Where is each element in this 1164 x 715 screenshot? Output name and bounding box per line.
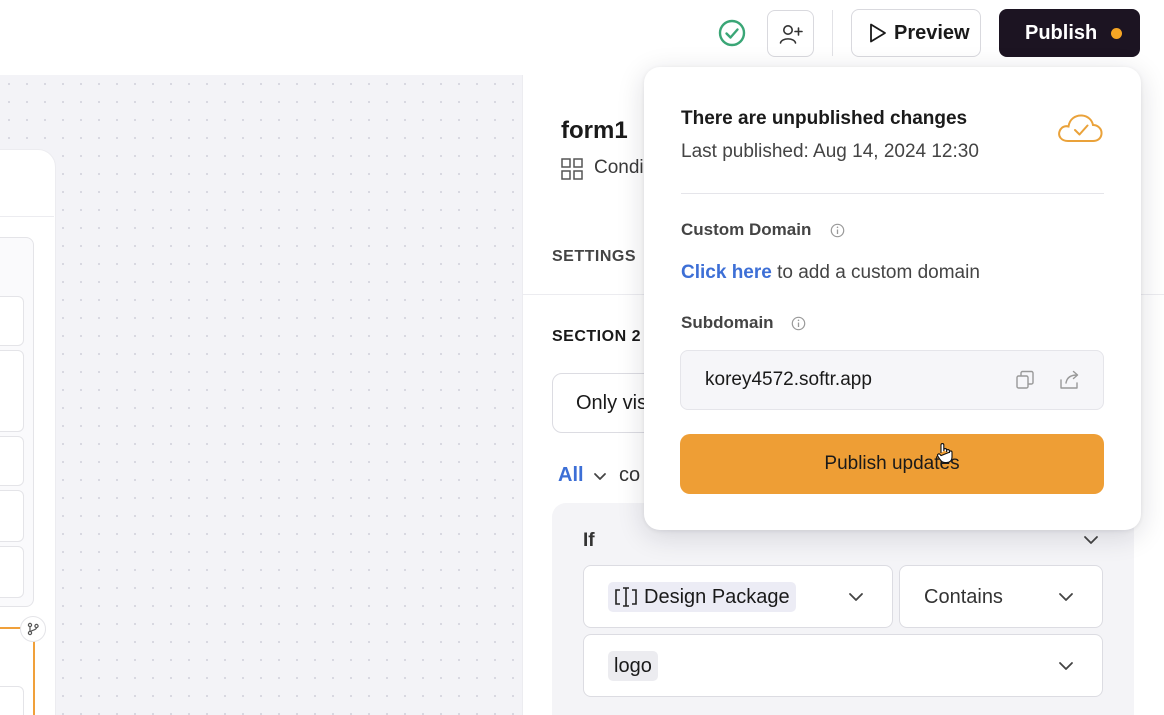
saved-check-icon	[718, 19, 746, 47]
open-external-icon[interactable]	[1059, 370, 1081, 390]
cloud-check-icon	[1058, 114, 1103, 142]
block-title: form1	[561, 117, 628, 144]
form-field-row[interactable]	[0, 350, 24, 432]
value-chip: logo	[608, 651, 658, 681]
publish-label: Publish	[1025, 21, 1098, 44]
if-label: If	[583, 530, 595, 551]
invite-user-button[interactable]	[767, 10, 814, 57]
section-heading: SECTION 2	[552, 328, 641, 345]
form-field-row[interactable]	[0, 686, 24, 715]
text-cursor-icon	[615, 587, 637, 607]
subdomain-label: Subdomain	[681, 313, 774, 332]
app-window: Preview Publish form1 Condi SETTINGS SEC…	[0, 0, 1164, 715]
custom-domain-text: to add a custom domain	[771, 262, 980, 283]
preview-label: Preview	[894, 21, 970, 44]
tab-settings[interactable]: SETTINGS	[552, 248, 636, 266]
git-branch-icon	[27, 622, 39, 636]
form-field-row[interactable]	[0, 436, 24, 486]
match-mode-select[interactable]: All	[558, 464, 584, 487]
popover-title: There are unpublished changes	[681, 108, 968, 129]
block-type-label: Condi	[594, 157, 644, 178]
hand-cursor-icon	[936, 443, 953, 464]
field-name: Design Package	[644, 585, 790, 608]
unpublished-dot	[1111, 27, 1123, 39]
last-published: Last published: Aug 14, 2024 12:30	[681, 141, 979, 162]
connector-line	[0, 627, 22, 629]
condition-value-select[interactable]	[583, 634, 1103, 697]
value-text: logo	[614, 654, 652, 677]
custom-domain-label: Custom Domain	[681, 220, 812, 239]
branch-node[interactable]	[20, 616, 46, 642]
info-icon[interactable]	[830, 223, 845, 238]
info-icon[interactable]	[791, 316, 806, 331]
match-mode-suffix: co	[619, 464, 641, 486]
subdomain-value[interactable]: korey4572.softr.app	[705, 369, 872, 391]
builder-canvas[interactable]	[0, 75, 522, 715]
chevron-down-icon[interactable]	[1056, 587, 1076, 607]
form-field-row[interactable]	[0, 546, 24, 598]
chevron-down-icon[interactable]	[1056, 656, 1076, 676]
chevron-down-icon[interactable]	[592, 468, 608, 484]
popover-divider	[681, 193, 1104, 194]
card-divider	[0, 216, 54, 217]
connector-line	[33, 640, 35, 715]
add-domain-link[interactable]: Click here	[681, 262, 772, 283]
user-plus-icon	[779, 24, 803, 44]
form-field-row[interactable]	[0, 296, 24, 346]
publish-updates-button[interactable]: Publish updates	[680, 434, 1104, 494]
form-field-row[interactable]	[0, 490, 24, 542]
chevron-down-icon[interactable]	[846, 587, 866, 607]
publish-button[interactable]: Publish	[999, 9, 1140, 57]
play-icon	[870, 23, 886, 43]
copy-icon[interactable]	[1015, 370, 1035, 390]
grid-icon	[561, 158, 583, 180]
preview-button[interactable]: Preview	[851, 9, 981, 57]
custom-domain-hint: Click here to add a custom domain	[681, 262, 980, 284]
top-bar	[0, 0, 1164, 75]
toolbar-divider	[832, 10, 833, 56]
operator-value: Contains	[924, 586, 1003, 608]
chevron-down-icon[interactable]	[1081, 530, 1101, 550]
field-chip: Design Package	[608, 582, 796, 612]
